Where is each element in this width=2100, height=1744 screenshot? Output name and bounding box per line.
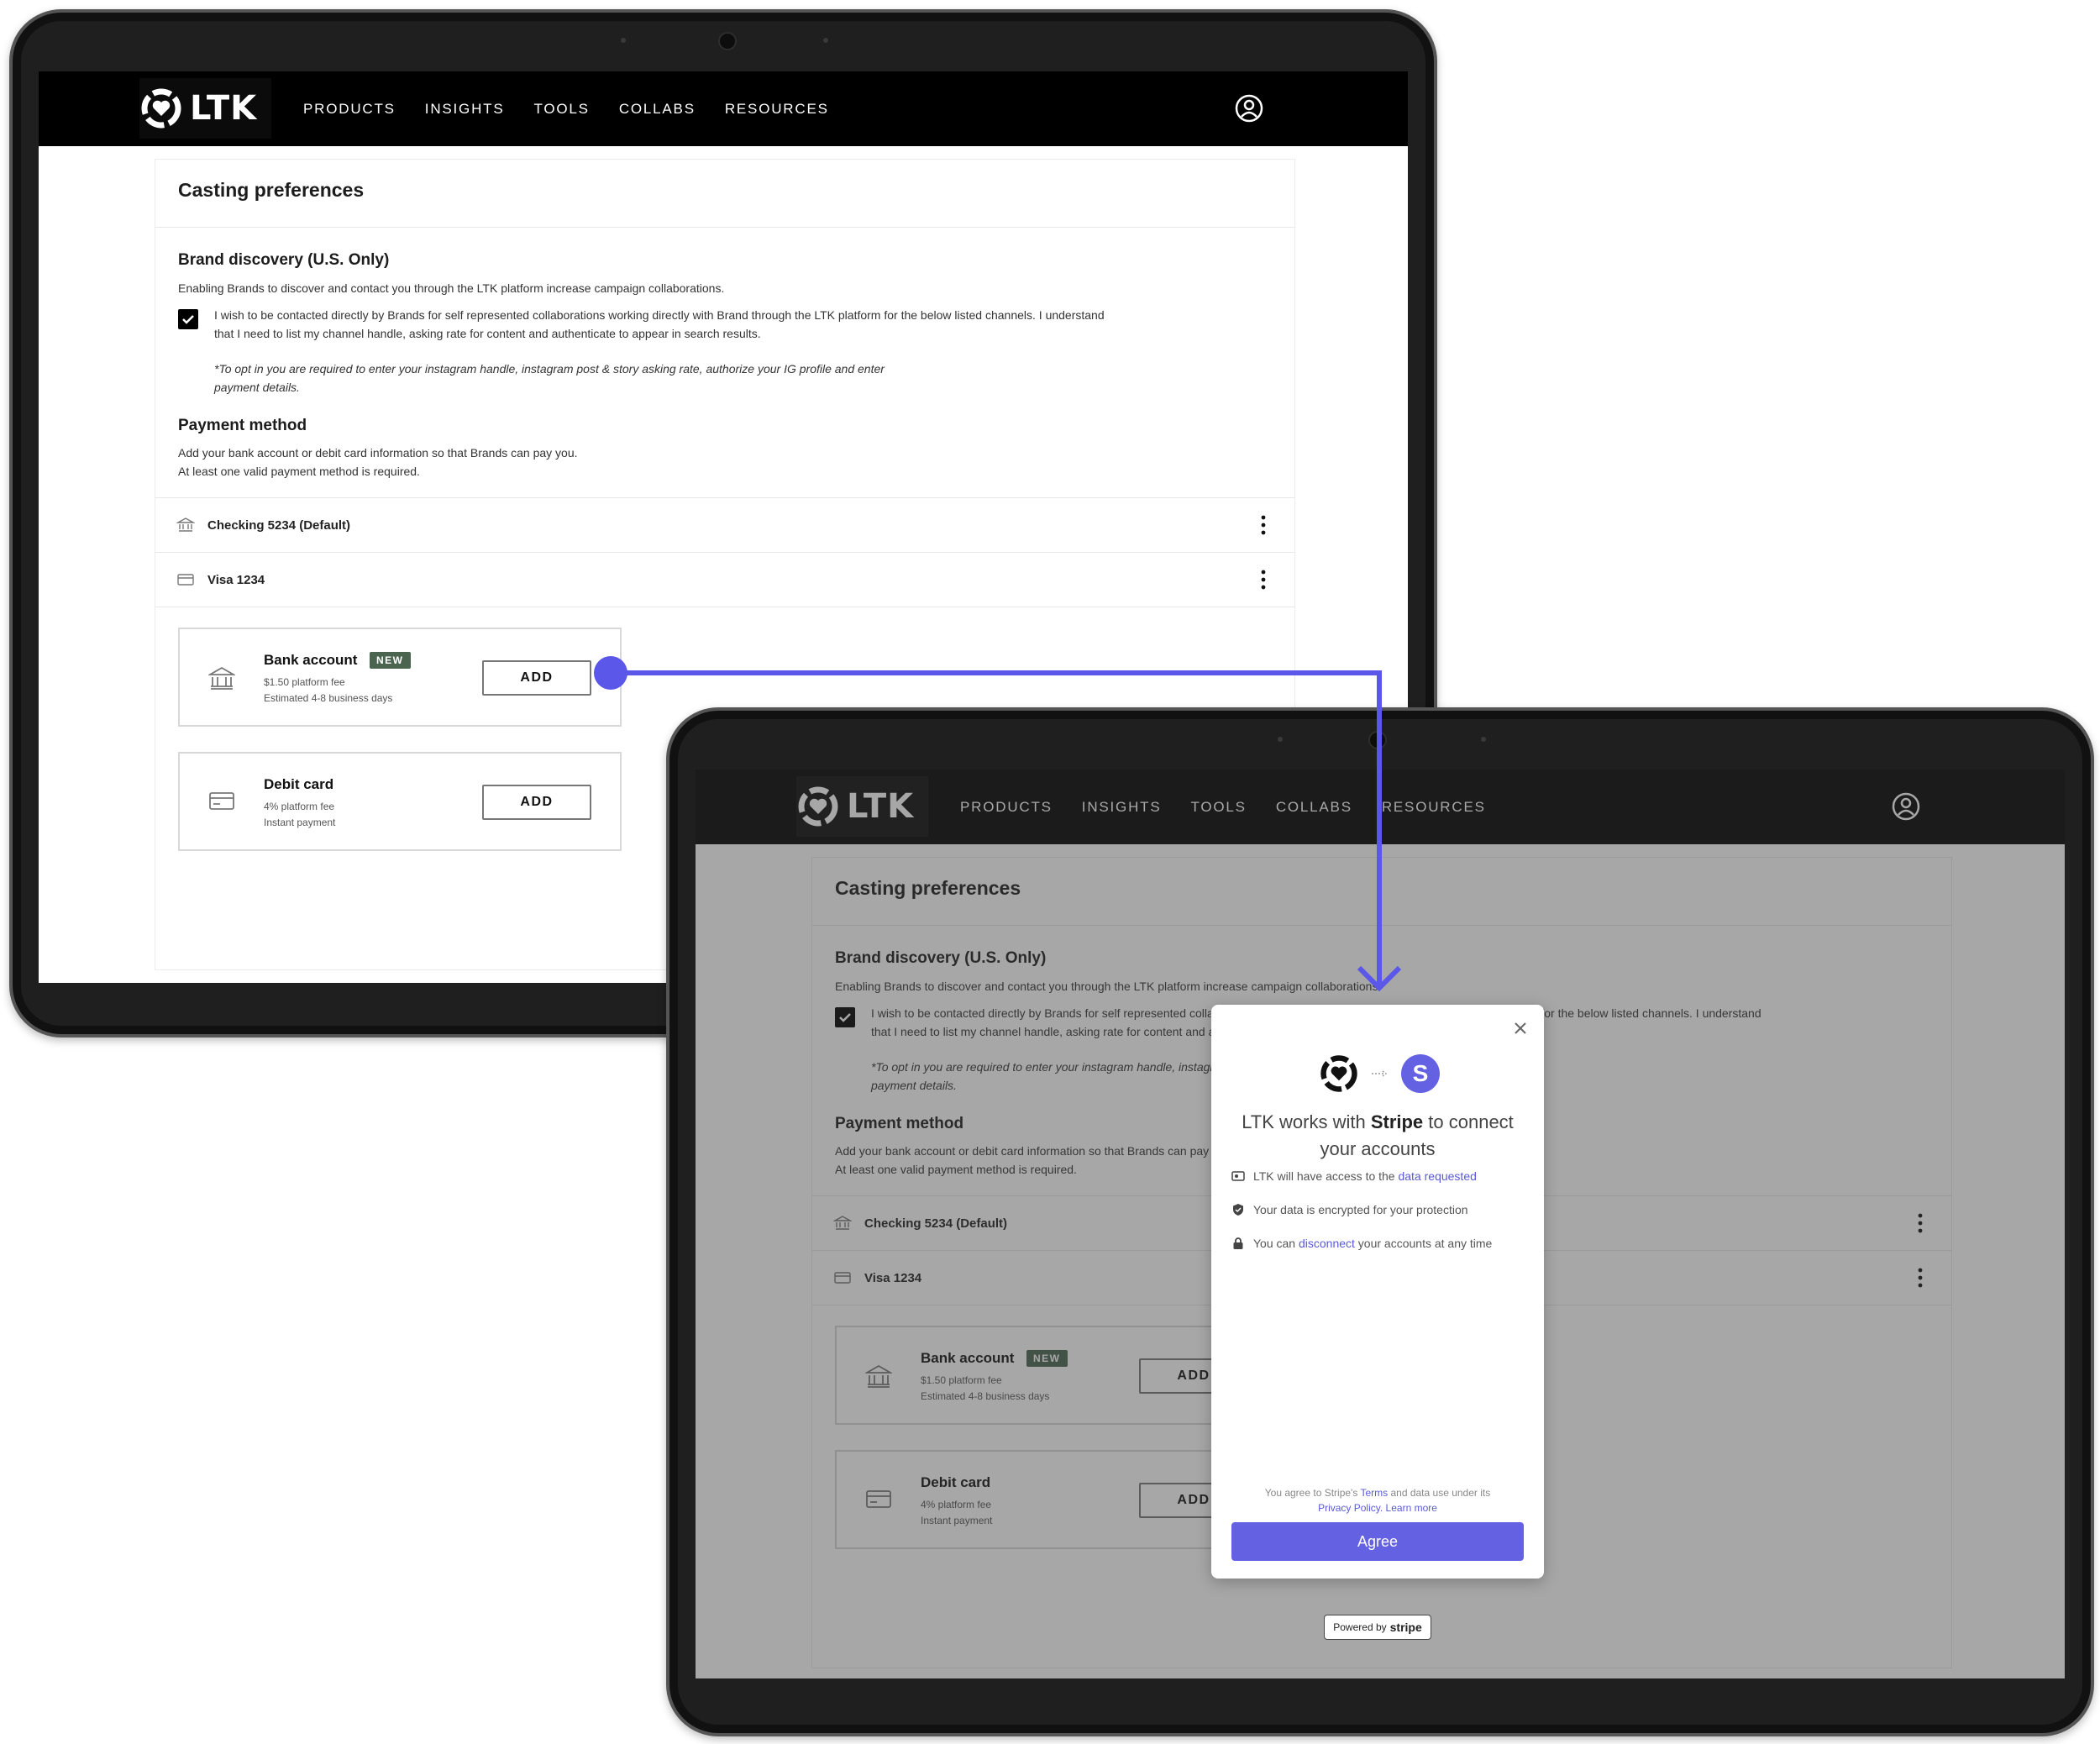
flow-connector: [594, 656, 1402, 992]
connector-line: [611, 670, 1382, 985]
